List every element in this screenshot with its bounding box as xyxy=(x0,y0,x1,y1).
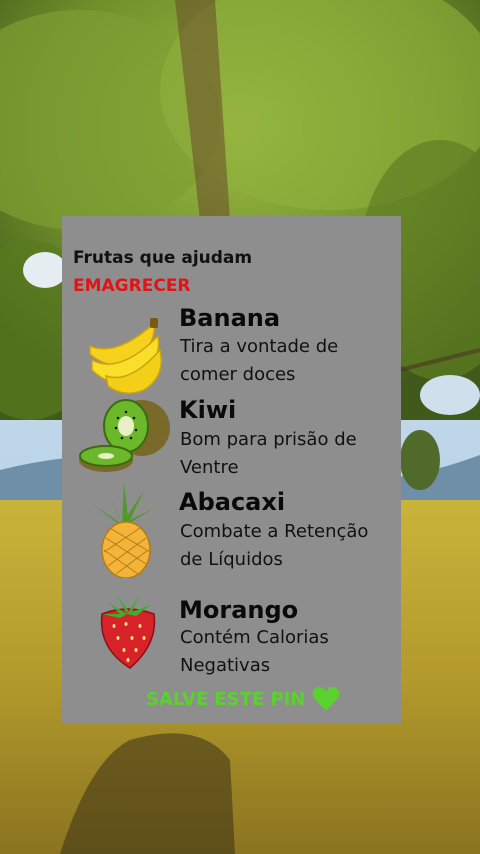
fruit-description-line: Ventre xyxy=(180,457,239,478)
heart-icon xyxy=(312,686,340,711)
fruit-description-line: de Líquidos xyxy=(180,549,283,570)
fruit-description-line: Contém Calorias xyxy=(180,627,329,648)
card-subtitle: EMAGRECER xyxy=(73,276,191,296)
fruit-name: Abacaxi xyxy=(179,488,286,516)
fruit-description-line: Tira a vontade de xyxy=(180,336,339,357)
fruit-description: Bom para prisão de Ventre xyxy=(180,426,395,482)
fruit-description-line: Negativas xyxy=(180,655,271,676)
fruit-name: Kiwi xyxy=(179,396,237,424)
fruit-name: Banana xyxy=(179,304,281,332)
fruit-description-line: Combate a Retenção xyxy=(180,521,369,542)
banana-icon xyxy=(89,318,162,394)
fruit-description-line: comer doces xyxy=(180,364,296,385)
fruit-description: Contém Calorias Negativas xyxy=(180,624,395,680)
card-title: Frutas que ajudam xyxy=(73,248,253,268)
fruit-info-card: Frutas que ajudam EMAGRECER Banana Tira … xyxy=(62,216,401,724)
fruit-description: Combate a Retenção de Líquidos xyxy=(180,518,395,574)
fruit-name: Morango xyxy=(179,596,299,624)
save-pin-label: SALVE ESTE PIN xyxy=(146,689,306,710)
fruit-description-line: Bom para prisão de xyxy=(180,429,357,450)
kiwi-icon xyxy=(79,399,170,472)
pineapple-icon xyxy=(92,482,154,578)
strawberry-icon xyxy=(100,594,156,669)
fruit-description: Tira a vontade de comer doces xyxy=(180,333,395,389)
